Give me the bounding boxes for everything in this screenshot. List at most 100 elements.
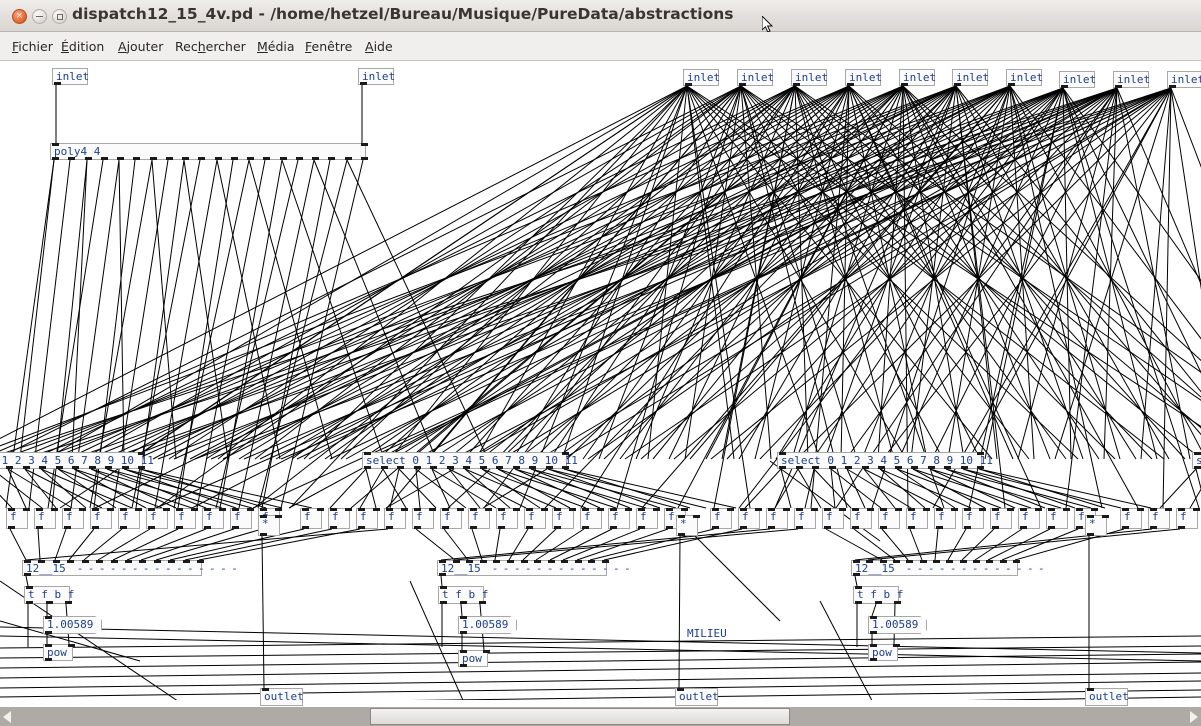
inlet-nub[interactable]	[135, 508, 142, 511]
inlet-nub[interactable]	[582, 508, 589, 511]
outlet-nub[interactable]	[562, 466, 569, 469]
outlet-nub[interactable]	[24, 573, 31, 576]
outlet-nub[interactable]	[260, 533, 267, 536]
float-object-27[interactable]: f	[794, 508, 818, 529]
inlet-nub[interactable]	[92, 508, 99, 511]
inlet-nub[interactable]	[625, 508, 632, 511]
outlet-nub[interactable]	[232, 526, 239, 529]
outlet-nub[interactable]	[247, 157, 254, 160]
outlet-nub[interactable]	[302, 526, 309, 529]
outlet-nub[interactable]	[204, 526, 211, 529]
outlet-nub[interactable]	[1061, 85, 1068, 88]
outlet-nub[interactable]	[397, 466, 404, 469]
outlet-nub[interactable]	[45, 631, 52, 634]
outlet-nub[interactable]	[1048, 526, 1055, 529]
float-object-12[interactable]: f	[356, 508, 380, 529]
inlet-nub[interactable]	[498, 508, 505, 511]
menu-fichier[interactable]: Fichier	[8, 37, 57, 56]
outlet-nub[interactable]	[148, 526, 155, 529]
outlet-nub[interactable]	[1076, 526, 1083, 529]
inlet-nub[interactable]	[946, 560, 953, 563]
minimize-button[interactable]	[32, 9, 47, 24]
inlet-nub[interactable]	[460, 616, 467, 619]
outlet-nub[interactable]	[447, 466, 454, 469]
inlet-nub[interactable]	[219, 508, 226, 511]
inlet-nub[interactable]	[358, 508, 365, 511]
inlet-nub[interactable]	[275, 508, 282, 511]
float-object-0[interactable]: f	[6, 508, 30, 529]
outlet-nub[interactable]	[1115, 85, 1122, 88]
outlet-nub[interactable]	[812, 466, 819, 469]
inlet-nub[interactable]	[561, 560, 568, 563]
outlet-nub[interactable]	[1150, 526, 1157, 529]
inlet-nub[interactable]	[964, 508, 971, 511]
inlet-nub[interactable]	[920, 560, 927, 563]
inlet-nub[interactable]	[1194, 452, 1201, 455]
scroll-right-arrow-icon[interactable]	[1187, 707, 1201, 726]
inlet-nub[interactable]	[470, 508, 477, 511]
outlet-nub[interactable]	[878, 466, 885, 469]
outlet-nub[interactable]	[442, 526, 449, 529]
inlet-nub[interactable]	[562, 452, 569, 455]
inlet-nub[interactable]	[986, 560, 993, 563]
inlet-nub[interactable]	[677, 688, 684, 691]
inlet-nub[interactable]	[610, 508, 617, 511]
outlet-nub[interactable]	[470, 526, 477, 529]
float-object-8[interactable]: f	[230, 508, 254, 529]
outlet-nub[interactable]	[901, 83, 908, 86]
inlet-nub[interactable]	[992, 508, 999, 511]
inlet-nub[interactable]	[26, 586, 33, 589]
outlet-nub[interactable]	[414, 466, 421, 469]
outlet-nub[interactable]	[46, 601, 53, 604]
float-object-1[interactable]: f	[34, 508, 58, 529]
outlet-nub[interactable]	[92, 526, 99, 529]
trigger-object-1[interactable]: t f b f	[438, 586, 488, 604]
inlet-nub[interactable]	[24, 560, 31, 563]
inlet-nub[interactable]	[740, 508, 747, 511]
outlet-nub[interactable]	[56, 466, 63, 469]
outlet-nub[interactable]	[89, 466, 96, 469]
float-object-28[interactable]: f	[822, 508, 846, 529]
inlet-nub[interactable]	[439, 560, 446, 563]
inlet-nub[interactable]	[260, 515, 267, 518]
outlet-nub[interactable]	[215, 157, 222, 160]
outlet-nub[interactable]	[638, 526, 645, 529]
inlet-nub[interactable]	[779, 452, 786, 455]
inlet-nub[interactable]	[183, 560, 190, 563]
inlet-nub[interactable]	[521, 560, 528, 563]
inlet-nub[interactable]	[554, 508, 561, 511]
inlet-nub[interactable]	[457, 508, 464, 511]
outlet-nub[interactable]	[1087, 533, 1094, 536]
group-object-1[interactable]: 12__15 -------------	[437, 560, 631, 576]
outlet-nub[interactable]	[23, 466, 30, 469]
outlet-nub[interactable]	[852, 526, 859, 529]
outlet-nub[interactable]	[554, 526, 561, 529]
pow-object-2[interactable]: pow	[868, 644, 900, 661]
inlet-nub[interactable]	[204, 508, 211, 511]
inlet-nub[interactable]	[485, 508, 492, 511]
inlet-object-5[interactable]: inlet	[845, 69, 882, 86]
inlet-nub[interactable]	[107, 508, 114, 511]
outlet-nub[interactable]	[964, 526, 971, 529]
inlet-nub[interactable]	[176, 508, 183, 511]
outlet-nub[interactable]	[678, 533, 685, 536]
inlet-nub[interactable]	[513, 508, 520, 511]
inlet-nub[interactable]	[755, 508, 762, 511]
outlet-nub[interactable]	[870, 631, 877, 634]
inlet-object-2[interactable]: inlet	[683, 69, 720, 86]
inlet-nub[interactable]	[1000, 560, 1007, 563]
inlet-nub[interactable]	[727, 508, 734, 511]
inlet-nub[interactable]	[493, 560, 500, 563]
pow-object-1[interactable]: pow	[458, 650, 490, 667]
outlet-nub[interactable]	[361, 157, 368, 160]
float-object-14[interactable]: f	[412, 508, 436, 529]
multiply-object-0[interactable]: *	[258, 515, 282, 536]
outlet-nub[interactable]	[312, 157, 319, 160]
outlet-nub[interactable]	[479, 601, 486, 604]
outlet-nub[interactable]	[150, 157, 157, 160]
outlet-nub[interactable]	[875, 601, 882, 604]
inlet-nub[interactable]	[693, 515, 700, 518]
inlet-nub[interactable]	[262, 688, 269, 691]
float-object-26[interactable]: f	[766, 508, 790, 529]
outlet-nub[interactable]	[855, 601, 862, 604]
